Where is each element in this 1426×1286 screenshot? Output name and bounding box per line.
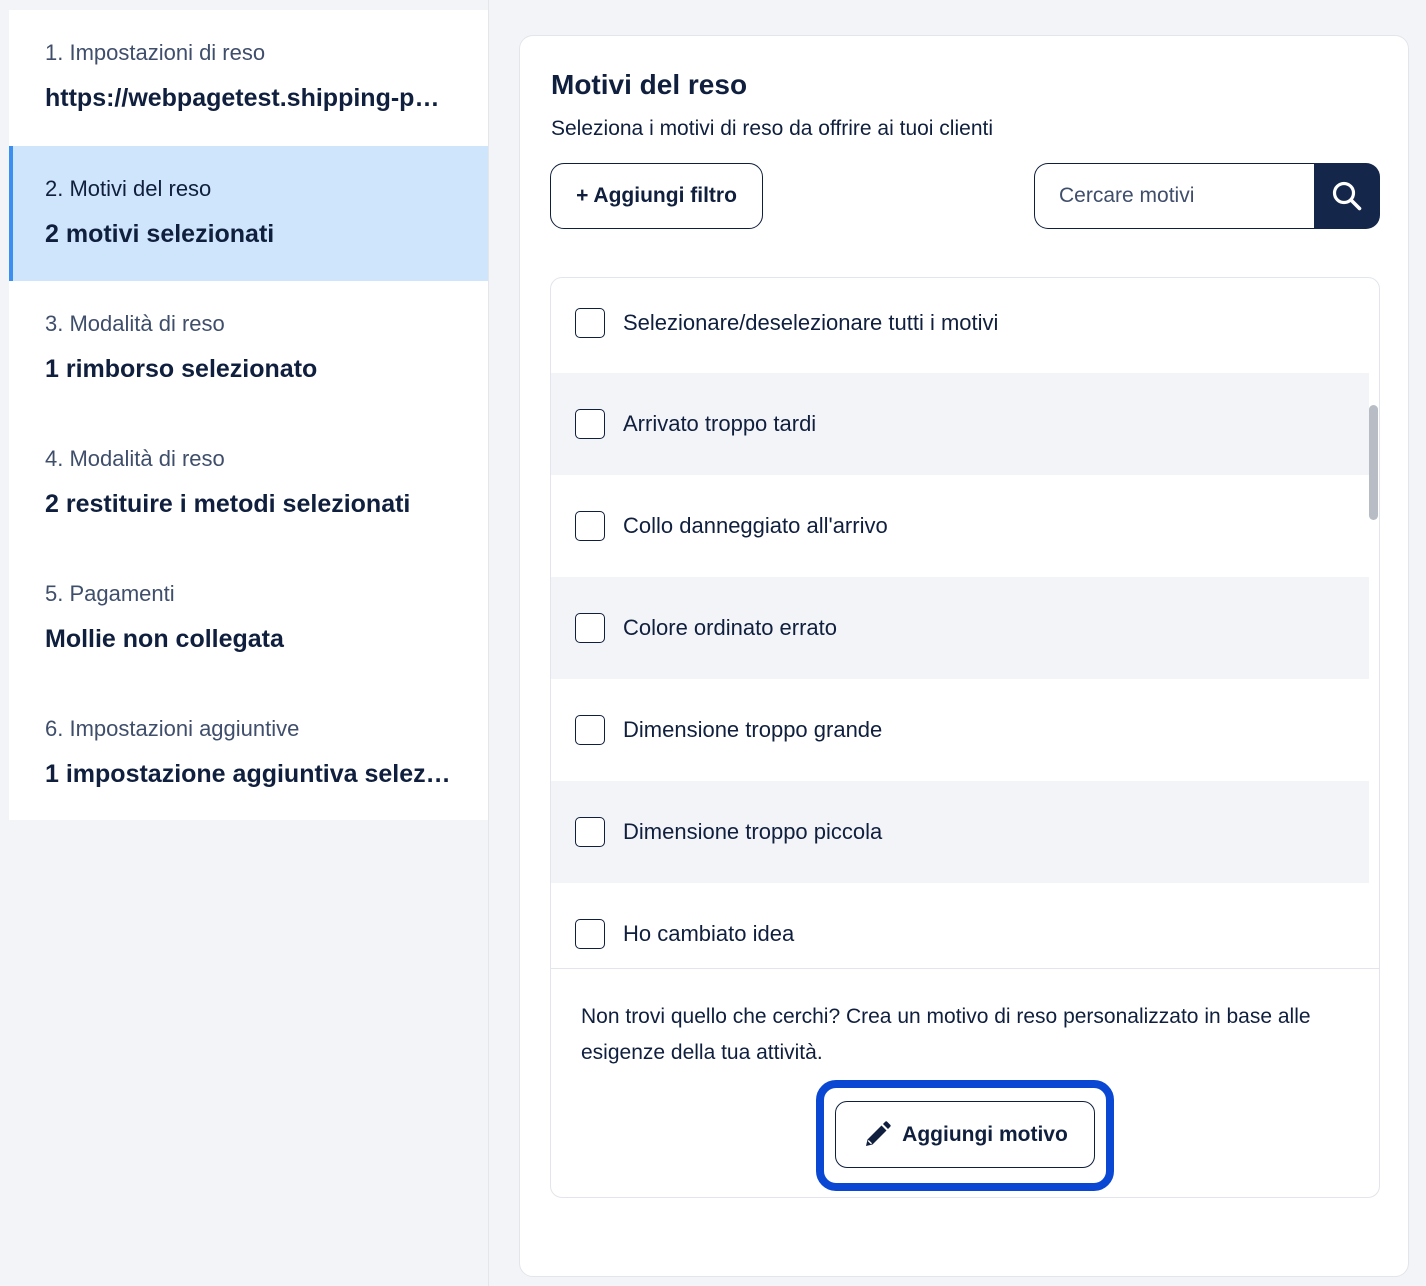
reason-label: Collo danneggiato all'arrivo [623, 513, 888, 538]
step-value: Mollie non collegata [45, 625, 284, 653]
add-filter-button[interactable]: + Aggiungi filtro [550, 163, 763, 229]
step-value: 1 impostazione aggiuntiva selezionata [45, 760, 452, 788]
list-item[interactable]: Colore ordinato errato [551, 577, 1369, 679]
reason-checkbox[interactable] [575, 919, 605, 949]
reason-checkbox[interactable] [575, 613, 605, 643]
page-subtitle: Seleziona i motivi di reso da offrire ai… [551, 117, 993, 140]
select-all-checkbox[interactable] [575, 308, 605, 338]
reasons-list-panel: Selezionare/deselezionare tutti i motivi… [550, 277, 1380, 1198]
search-input[interactable] [1034, 163, 1314, 229]
add-reason-label: Aggiungi motivo [902, 1122, 1068, 1146]
step-number: 1. Impostazioni di reso [45, 40, 266, 65]
search-button[interactable] [1314, 163, 1380, 229]
custom-reason-hint: Non trovi quello che cerchi? Crea un mot… [581, 1005, 1311, 1064]
step-additional-settings[interactable]: 6. Impostazioni aggiuntive 1 impostazion… [9, 686, 488, 821]
reason-checkbox[interactable] [575, 817, 605, 847]
search-icon [1332, 181, 1362, 211]
add-reason-button[interactable]: Aggiungi motivo [835, 1101, 1095, 1168]
step-number: 3. Modalità di reso [45, 311, 225, 336]
reason-label: Colore ordinato errato [623, 615, 838, 640]
step-number: 2. Motivi del reso [45, 176, 212, 201]
reason-checkbox[interactable] [575, 511, 605, 541]
custom-reason-footer: Non trovi quello che cerchi? Crea un mot… [551, 968, 1379, 1197]
list-item[interactable]: Dimensione troppo piccola [551, 781, 1369, 883]
step-value: 2 motivi selezionati [45, 220, 275, 248]
step-return-methods[interactable]: 4. Modalità di reso 2 restituire i metod… [9, 416, 488, 551]
list-item[interactable]: Dimensione troppo grande [551, 679, 1369, 781]
pencil-icon [866, 1120, 891, 1146]
list-scrollbar[interactable] [1369, 405, 1378, 520]
reasons-list[interactable]: Selezionare/deselezionare tutti i motivi… [551, 278, 1369, 968]
reason-checkbox[interactable] [575, 715, 605, 745]
step-payments[interactable]: 5. Pagamenti Mollie non collegata [9, 551, 488, 686]
step-return-reasons[interactable]: 2. Motivi del reso 2 motivi selezionati [9, 146, 488, 281]
reason-checkbox[interactable] [575, 409, 605, 439]
list-item[interactable]: Ho cambiato idea [551, 883, 1369, 968]
search-box [1034, 163, 1380, 229]
page-title: Motivi del reso [551, 69, 748, 100]
list-item[interactable]: Collo danneggiato all'arrivo [551, 475, 1369, 577]
step-refund-methods[interactable]: 3. Modalità di reso 1 rimborso seleziona… [9, 281, 488, 416]
reason-label: Ho cambiato idea [623, 921, 795, 946]
step-value: 1 rimborso selezionato [45, 355, 318, 383]
select-all-label: Selezionare/deselezionare tutti i motivi [623, 310, 999, 335]
sidebar-divider [488, 0, 489, 1286]
step-value: 2 restituire i metodi selezionati [45, 490, 411, 518]
step-value: https://webpagetest.shipping-portal.com [45, 84, 452, 112]
steps-sidebar: 1. Impostazioni di reso https://webpaget… [9, 10, 488, 820]
step-number: 4. Modalità di reso [45, 446, 225, 471]
select-all-row[interactable]: Selezionare/deselezionare tutti i motivi [551, 278, 1369, 374]
reason-label: Dimensione troppo grande [623, 717, 883, 742]
step-return-settings[interactable]: 1. Impostazioni di reso https://webpaget… [9, 10, 488, 145]
reason-label: Dimensione troppo piccola [623, 819, 883, 844]
list-item[interactable]: Arrivato troppo tardi [551, 373, 1369, 475]
step-number: 5. Pagamenti [45, 581, 175, 606]
step-number: 6. Impostazioni aggiuntive [45, 716, 300, 741]
return-reasons-card: Motivi del reso Seleziona i motivi di re… [519, 35, 1409, 1277]
reason-label: Arrivato troppo tardi [623, 411, 817, 436]
